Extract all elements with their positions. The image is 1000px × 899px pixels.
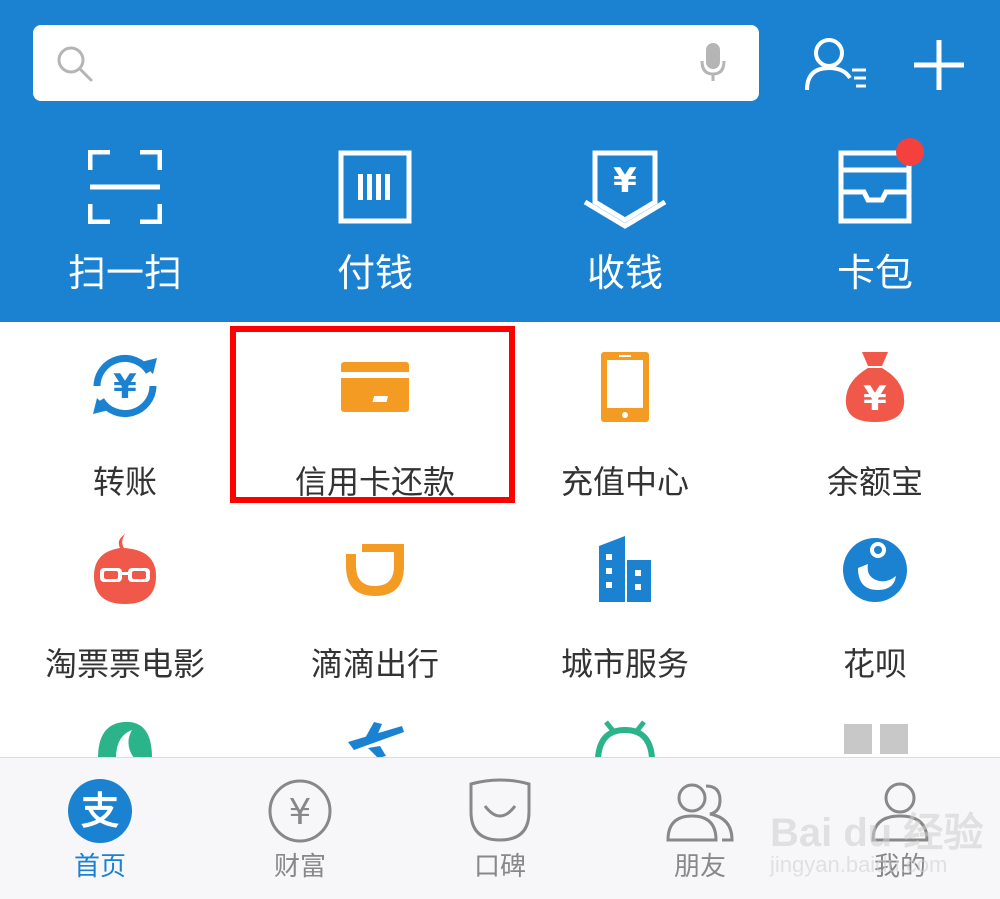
- tab-home[interactable]: 支 首页: [0, 758, 200, 899]
- grid-item-label: 淘票票电影: [44, 645, 205, 683]
- alipay-home-icon: 支: [68, 779, 132, 843]
- grid-item-yuebao[interactable]: ¥ 余额宝: [750, 348, 1000, 528]
- plane-icon[interactable]: [344, 718, 406, 758]
- grid-item-label: 滴滴出行: [310, 645, 439, 683]
- quick-action-label: 付钱: [336, 251, 413, 295]
- grid-item-label: 充值中心: [560, 463, 689, 501]
- scan-icon: [88, 150, 162, 224]
- tab-label: 首页: [73, 852, 126, 882]
- city-building-icon: [599, 536, 651, 602]
- android-icon[interactable]: [594, 718, 656, 758]
- tab-koubei[interactable]: 口碑: [400, 758, 600, 899]
- grid-item-label: 转账: [92, 463, 157, 501]
- money-bag-icon: ¥: [845, 352, 905, 422]
- contacts-icon[interactable]: [804, 36, 872, 92]
- grid-item-didi[interactable]: 滴滴出行: [250, 530, 500, 710]
- grid-item-label: 城市服务: [560, 645, 689, 683]
- svg-text:¥: ¥: [289, 792, 312, 833]
- koubei-icon: [469, 778, 531, 842]
- grid-item-huabei[interactable]: 花呗: [750, 530, 1000, 710]
- quick-action-label: 收钱: [586, 251, 663, 295]
- notification-badge: [896, 138, 924, 166]
- svg-text:¥: ¥: [613, 161, 637, 201]
- phone-icon: [601, 352, 649, 422]
- tab-label: 口碑: [473, 852, 526, 882]
- svg-text:¥: ¥: [863, 379, 887, 419]
- watermark-line1: Bai du 经验: [770, 811, 984, 855]
- quick-action-label: 卡包: [836, 251, 913, 295]
- didi-icon: [342, 544, 404, 596]
- movie-glasses-icon: [94, 534, 156, 604]
- grid-item-recharge-center[interactable]: 充值中心: [500, 348, 750, 528]
- wealth-yen-icon: ¥: [268, 779, 332, 843]
- transfer-icon: ¥: [93, 354, 157, 418]
- grid-item-label: 余额宝: [826, 463, 923, 501]
- quick-action-receive[interactable]: ¥ 收钱: [500, 150, 750, 310]
- friends-icon: [666, 783, 734, 842]
- watermark-line2: jingyan.baidu.com: [770, 852, 948, 877]
- grid-item-transfer[interactable]: ¥ 转账: [0, 348, 250, 528]
- plus-icon[interactable]: [912, 38, 966, 92]
- receive-money-icon: ¥: [583, 150, 667, 229]
- svg-text:支: 支: [81, 789, 119, 833]
- tab-wealth[interactable]: ¥ 财富: [200, 758, 400, 899]
- grid-item-city-service[interactable]: 城市服务: [500, 530, 750, 710]
- grid-item-taopiaopiao[interactable]: 淘票票电影: [0, 530, 250, 710]
- huabei-icon: [843, 538, 907, 602]
- microphone-icon[interactable]: [700, 43, 726, 83]
- search-icon: [57, 46, 93, 82]
- search-input[interactable]: [110, 40, 674, 88]
- leaf-icon[interactable]: [94, 718, 156, 758]
- quick-action-scan[interactable]: 扫一扫: [0, 150, 250, 310]
- quick-action-pay[interactable]: 付钱: [250, 150, 500, 310]
- svg-text:¥: ¥: [113, 367, 137, 407]
- more-grid-icon[interactable]: [844, 720, 908, 758]
- header-bar: 扫一扫 付钱 ¥ 收钱 卡包: [0, 0, 1000, 322]
- grid-item-label: 花呗: [842, 645, 907, 683]
- quick-action-card-wallet[interactable]: 卡包: [750, 150, 1000, 310]
- quick-action-label: 扫一扫: [67, 251, 182, 295]
- watermark: Bai du 经验 jingyan.baidu.com: [760, 780, 990, 890]
- highlight-frame: [230, 326, 515, 503]
- tab-label: 财富: [273, 852, 326, 882]
- barcode-pay-icon: [338, 150, 412, 224]
